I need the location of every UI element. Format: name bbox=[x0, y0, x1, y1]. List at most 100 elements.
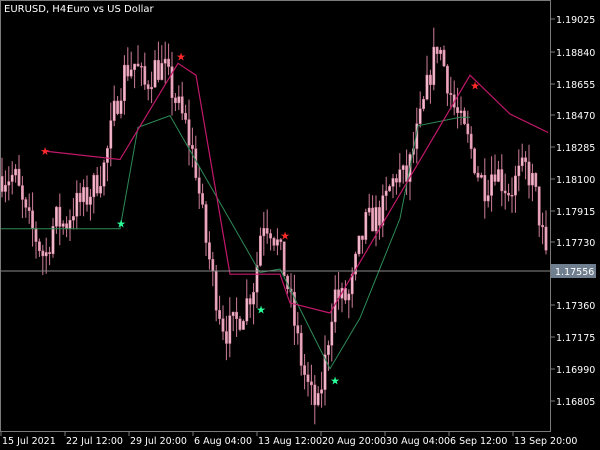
candle-body bbox=[201, 193, 204, 205]
candle-body bbox=[480, 174, 483, 178]
price-tick-label: 1.18655 bbox=[556, 80, 595, 91]
candle-body bbox=[231, 311, 235, 316]
candle-body bbox=[422, 98, 425, 109]
candle-body bbox=[61, 223, 65, 227]
candle-body bbox=[425, 74, 429, 100]
candle-body bbox=[235, 311, 238, 319]
candle-body bbox=[503, 190, 507, 194]
candle-body bbox=[85, 187, 89, 205]
candle-body bbox=[320, 389, 323, 394]
candle-body bbox=[17, 168, 21, 186]
candle-body bbox=[228, 315, 232, 344]
buy-signal-star: ★ bbox=[330, 374, 340, 387]
sell-signal-star: ★ bbox=[280, 229, 290, 242]
price-tick-label: 1.17915 bbox=[556, 207, 595, 218]
time-tick-label: 13 Aug 12:00 bbox=[258, 436, 322, 447]
candle-body bbox=[418, 108, 422, 124]
candle-body bbox=[241, 320, 245, 330]
candle-body bbox=[252, 292, 255, 305]
candle-body bbox=[194, 148, 198, 178]
candle-body bbox=[435, 46, 439, 54]
candle-body bbox=[361, 235, 364, 240]
candle-body bbox=[507, 192, 510, 196]
price-tick: 1.17915 bbox=[551, 207, 595, 218]
price-tick-label: 1.18470 bbox=[556, 111, 595, 122]
candle-body bbox=[214, 270, 218, 311]
candle-body bbox=[330, 321, 334, 346]
candle-body bbox=[109, 120, 113, 149]
candle-body bbox=[248, 298, 252, 305]
candle-body bbox=[197, 177, 201, 194]
candle-body bbox=[262, 228, 266, 237]
candle-body bbox=[133, 63, 136, 70]
candle-body bbox=[442, 49, 446, 67]
candle-body bbox=[78, 192, 82, 203]
price-tick: 1.18470 bbox=[551, 111, 595, 122]
candle-body bbox=[14, 168, 17, 176]
candle-body bbox=[31, 210, 34, 229]
price-tick-label: 1.18100 bbox=[556, 175, 595, 186]
candle-body bbox=[190, 145, 194, 149]
chart-background bbox=[0, 0, 600, 450]
candle-body bbox=[299, 332, 303, 366]
candle-body bbox=[391, 178, 395, 187]
price-tick-label: 1.19025 bbox=[556, 15, 595, 26]
current-price-label: 1.17556 bbox=[555, 267, 594, 278]
candle-body bbox=[364, 212, 368, 240]
price-tick: 1.18100 bbox=[551, 175, 595, 186]
candle bbox=[364, 208, 368, 244]
chart-window[interactable]: ★ ★ ★ ★ ★ ★ ★ EURUSD, H4: Euro vs US Dollar 1.… bbox=[0, 0, 600, 450]
candle-body bbox=[150, 86, 153, 90]
candle-body bbox=[347, 293, 351, 301]
candle-body bbox=[0, 176, 4, 192]
candle-body bbox=[384, 190, 388, 196]
time-tick-label: 15 Jul 2021 bbox=[2, 436, 56, 447]
candle-body bbox=[483, 174, 487, 202]
candle-body bbox=[398, 169, 402, 183]
candle-body bbox=[476, 172, 480, 178]
candle-body bbox=[310, 381, 313, 386]
candle-body bbox=[395, 178, 398, 183]
candle-body bbox=[146, 84, 150, 90]
candle-body bbox=[401, 165, 405, 170]
candle-body bbox=[119, 100, 123, 114]
buy-signal-star: ★ bbox=[116, 218, 126, 231]
candle-body bbox=[180, 96, 184, 114]
candle-body bbox=[327, 345, 330, 355]
price-tick: 1.18285 bbox=[551, 143, 595, 154]
candle-body bbox=[527, 161, 531, 186]
candle-body bbox=[490, 174, 493, 196]
candle-body bbox=[139, 66, 143, 68]
price-chart[interactable]: ★ ★ ★ ★ ★ ★ ★ EURUSD, H4: Euro vs US Dollar 1.… bbox=[0, 0, 600, 450]
candle-body bbox=[71, 216, 75, 221]
candle-body bbox=[469, 133, 473, 149]
candle-body bbox=[21, 185, 24, 200]
candle-body bbox=[41, 250, 45, 257]
candle-body bbox=[276, 239, 279, 246]
candle-body bbox=[534, 172, 538, 187]
current-price-badge: 1.17556 bbox=[551, 264, 596, 278]
candle-body bbox=[48, 252, 52, 254]
price-tick-label: 1.16990 bbox=[556, 365, 595, 376]
candle-body bbox=[24, 199, 28, 208]
candle-body bbox=[303, 365, 306, 375]
candle-body bbox=[136, 63, 140, 67]
candle-body bbox=[388, 186, 391, 192]
candle-body bbox=[156, 60, 160, 80]
price-tick: 1.16805 bbox=[551, 397, 595, 408]
candle bbox=[473, 147, 476, 175]
candle-body bbox=[122, 64, 126, 101]
candle-body bbox=[296, 325, 300, 334]
candle bbox=[357, 235, 361, 257]
candle-body bbox=[99, 186, 103, 194]
candle-body bbox=[204, 204, 208, 243]
price-tick: 1.17360 bbox=[551, 301, 595, 312]
price-tick: 1.17730 bbox=[551, 238, 595, 249]
candle-body bbox=[374, 207, 378, 232]
candle-body bbox=[34, 227, 38, 242]
candle-body bbox=[524, 157, 528, 163]
candle-body bbox=[473, 148, 476, 174]
candle-body bbox=[378, 207, 381, 226]
candle-body bbox=[510, 195, 514, 197]
candle-body bbox=[544, 226, 548, 251]
